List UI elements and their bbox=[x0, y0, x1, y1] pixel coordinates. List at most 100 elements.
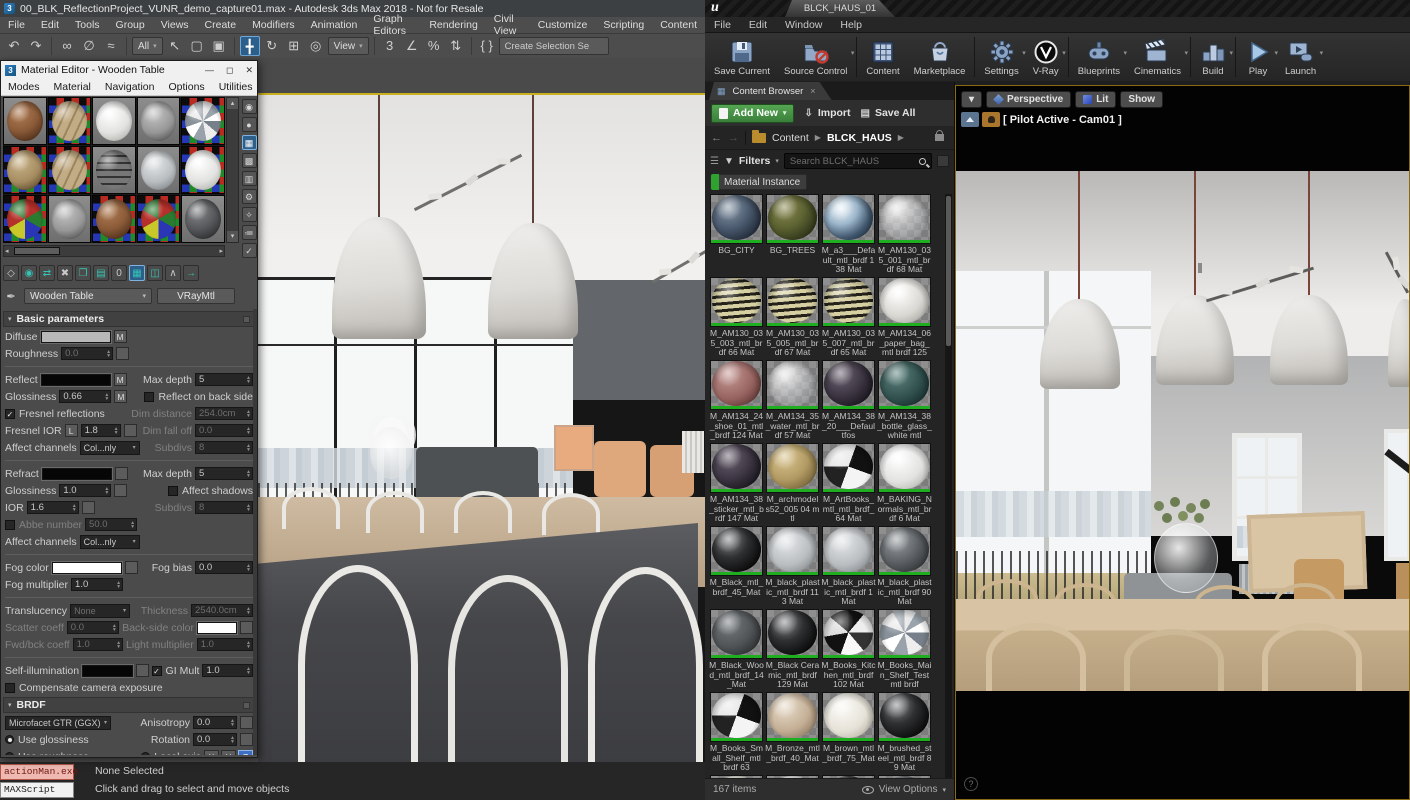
material-editor-titlebar[interactable]: 3 Material Editor - Wooden Table — ◻ ✕ bbox=[1, 61, 257, 79]
sample-display-icon[interactable]: ▩ bbox=[242, 153, 257, 168]
create-selection-set-input[interactable]: Create Selection Se bbox=[499, 37, 609, 55]
spinner-field[interactable]: 1.0▲▼ bbox=[202, 664, 253, 677]
spinner-field[interactable]: 254.0cm▲▼ bbox=[195, 407, 253, 420]
forward-arrow-icon[interactable]: → bbox=[728, 132, 739, 144]
v-ray-button[interactable]: V-Ray▾ bbox=[1026, 35, 1066, 79]
max-menu-content[interactable]: Content bbox=[652, 19, 705, 31]
asset-tile[interactable]: M_AM130_035_003_mtl_brdf 66 Mat bbox=[709, 277, 764, 359]
chevron-down-icon[interactable]: ▾ bbox=[1229, 49, 1233, 57]
close-icon[interactable]: ✕ bbox=[245, 65, 253, 76]
filters-button[interactable]: Filters bbox=[739, 155, 771, 167]
show-button[interactable]: Show bbox=[1120, 91, 1163, 108]
map-button[interactable]: M bbox=[114, 373, 127, 386]
dropdown[interactable]: Col...nly▾ bbox=[80, 535, 140, 549]
sample-slot[interactable] bbox=[181, 195, 225, 243]
max-menu-group[interactable]: Group bbox=[108, 19, 153, 31]
material-tool-icon[interactable]: ✖ bbox=[57, 265, 73, 281]
undo-icon[interactable]: ↶ bbox=[4, 36, 24, 56]
view-options-button[interactable]: View Options ▾ bbox=[862, 784, 946, 795]
rollout-basic-parameters[interactable]: ▾ Basic parameters bbox=[3, 311, 255, 327]
ue-level-tab[interactable]: BLCK_HAUS_01 bbox=[785, 0, 895, 17]
asset-tile[interactable]: M_brown_mtl_brdf_75_Mat bbox=[821, 692, 876, 774]
asset-tile[interactable]: M_Black_Wood_mtl_brdf_14_Mat bbox=[709, 609, 764, 691]
spinner-field[interactable]: 1.0▲▼ bbox=[73, 638, 123, 651]
asset-tile[interactable]: M_brushed_steel_mtl_brdf 89 Mat bbox=[877, 692, 932, 774]
checkbox-reflect-on-back-side[interactable]: Reflect on back side bbox=[144, 391, 253, 403]
map-slot-button[interactable] bbox=[124, 424, 137, 437]
sample-display-icon[interactable]: ≔ bbox=[242, 225, 257, 240]
material-tool-icon[interactable]: ∧ bbox=[165, 265, 181, 281]
ue-viewport[interactable]: ▾ Perspective Lit Show [ Pilot Active - … bbox=[955, 85, 1410, 800]
save-search-icon[interactable] bbox=[937, 155, 949, 167]
source-control-button[interactable]: Source Control▾ bbox=[777, 35, 854, 79]
asset-tile[interactable]: M_AM134_06_paper_bag_mtl brdf 125 bbox=[877, 277, 932, 359]
spinner-field[interactable]: 0.0▲▼ bbox=[61, 347, 113, 360]
spinner-field[interactable]: 2540.0cm▲▼ bbox=[191, 604, 253, 617]
spinner-field[interactable]: 0.0▲▼ bbox=[195, 424, 253, 437]
material-tool-icon[interactable]: → bbox=[183, 265, 199, 281]
max-menu-tools[interactable]: Tools bbox=[67, 19, 108, 31]
select-and-rotate-icon[interactable]: ↻ bbox=[262, 36, 282, 56]
redo-icon[interactable]: ↷ bbox=[26, 36, 46, 56]
asset-tile[interactable]: M_BAKING_Normals_mtl_brdf 6 Mat bbox=[877, 443, 932, 525]
select-and-link-icon[interactable]: ∞ bbox=[57, 36, 77, 56]
sample-horizontal-scrollbar[interactable]: ◂ ▸ bbox=[3, 245, 225, 257]
minimize-icon[interactable]: — bbox=[205, 65, 214, 76]
breadcrumb-blck-haus[interactable]: BLCK_HAUS bbox=[827, 132, 892, 144]
pick-material-icon[interactable]: ✒ bbox=[3, 290, 19, 303]
material-tool-icon[interactable]: ▦ bbox=[129, 265, 145, 281]
eject-pilot-button[interactable] bbox=[961, 112, 979, 127]
select-and-scale-icon[interactable]: ⊞ bbox=[284, 36, 304, 56]
sample-slot[interactable] bbox=[3, 97, 47, 145]
percent-snap-toggle-icon[interactable]: % bbox=[424, 36, 444, 56]
map-slot-button[interactable] bbox=[115, 467, 128, 480]
settings-button[interactable]: Settings▾ bbox=[977, 35, 1025, 79]
sample-slot[interactable] bbox=[92, 97, 136, 145]
spinner-field[interactable]: 1.8▲▼ bbox=[81, 424, 121, 437]
material-tool-icon[interactable]: ❐ bbox=[75, 265, 91, 281]
breadcrumb-content[interactable]: Content bbox=[772, 132, 809, 144]
add-new-button[interactable]: Add New ▾ bbox=[711, 104, 794, 123]
ue-menu-edit[interactable]: Edit bbox=[740, 19, 776, 31]
radio-use-glossiness[interactable]: Use glossiness bbox=[5, 734, 89, 746]
content-browser-tab[interactable]: ▦ Content Browser × bbox=[709, 82, 832, 100]
spinner-field[interactable]: 8▲▼ bbox=[195, 501, 253, 514]
taskbar-window-actionman[interactable]: actionMan.exe bbox=[0, 764, 74, 780]
sample-display-icon[interactable]: ✧ bbox=[242, 207, 257, 222]
scroll-left-icon[interactable]: ◂ bbox=[5, 247, 9, 255]
radio-local-axis[interactable]: Local axis bbox=[141, 751, 201, 756]
spinner-field[interactable]: 0.66▲▼ bbox=[59, 390, 111, 403]
me-menu-material[interactable]: Material bbox=[47, 81, 98, 93]
asset-tile[interactable]: M_AM130_035_001_mtl_brdf 68 Mat bbox=[877, 194, 932, 276]
material-tool-icon[interactable]: ◇ bbox=[3, 265, 19, 281]
sample-slot[interactable] bbox=[48, 195, 92, 243]
sample-vertical-scrollbar[interactable]: ▴ ▾ bbox=[226, 97, 239, 243]
marketplace-button[interactable]: Marketplace bbox=[907, 35, 973, 79]
rollout-brdf[interactable]: ▾ BRDF bbox=[3, 697, 255, 713]
sample-slot[interactable] bbox=[181, 146, 225, 194]
map-slot-button[interactable] bbox=[125, 561, 138, 574]
viewport-options-button[interactable]: ▾ bbox=[961, 91, 982, 108]
save-current-button[interactable]: Save Current bbox=[707, 35, 777, 79]
color-swatch[interactable] bbox=[41, 331, 111, 343]
maximize-icon[interactable]: ◻ bbox=[226, 65, 233, 76]
material-tool-icon[interactable]: ⇄ bbox=[39, 265, 55, 281]
color-swatch[interactable] bbox=[41, 374, 111, 386]
me-menu-utilities[interactable]: Utilities bbox=[212, 81, 260, 93]
ue-menu-window[interactable]: Window bbox=[776, 19, 831, 31]
spinner-field[interactable]: 1.6▲▼ bbox=[27, 501, 79, 514]
dropdown[interactable]: Col...nly▾ bbox=[80, 441, 140, 455]
checkbox-abbe-number[interactable]: Abbe number bbox=[5, 519, 82, 531]
select-by-name-icon[interactable]: ▢ bbox=[187, 36, 207, 56]
map-slot-button[interactable] bbox=[116, 347, 129, 360]
sample-slot[interactable] bbox=[3, 146, 47, 194]
color-swatch[interactable] bbox=[197, 622, 237, 634]
ue-menu-file[interactable]: File bbox=[705, 19, 740, 31]
spinner-field[interactable]: 5▲▼ bbox=[195, 467, 253, 480]
asset-tile[interactable]: M_ArtBooks_mtl_mtl_brdf_64 Mat bbox=[821, 443, 876, 525]
asset-tile[interactable]: M_Black Ceramic_mtl_brdf 129 Mat bbox=[765, 609, 820, 691]
sources-panel-icon[interactable]: ☰ bbox=[710, 156, 719, 167]
sample-display-icon[interactable]: ● bbox=[242, 117, 257, 132]
search-input[interactable]: Search BLCK_HAUS bbox=[784, 153, 932, 169]
spinner-field[interactable]: 50.0▲▼ bbox=[85, 518, 137, 531]
